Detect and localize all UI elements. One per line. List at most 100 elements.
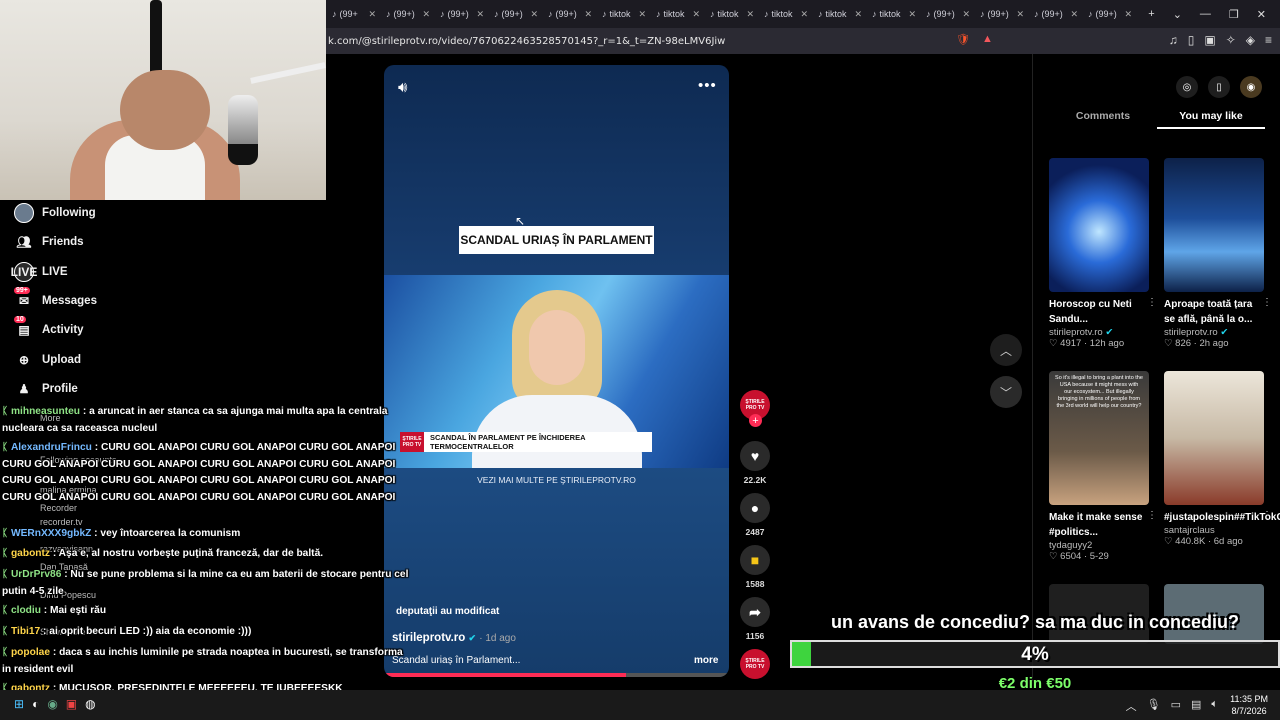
speaker-icon[interactable]: 🔈︎ (1211, 698, 1218, 714)
close-tab-icon[interactable]: ✕ (476, 9, 484, 20)
follow-plus-icon[interactable]: + (749, 414, 762, 427)
sidebar-item-live[interactable]: LIVE LIVE (11, 261, 214, 283)
previous-video-button[interactable]: ︿ (990, 334, 1022, 366)
clock[interactable]: 11:35 PM 8/7/2026 (1230, 693, 1268, 717)
browser-tab[interactable]: ♪ (99+) ✕ (1028, 3, 1082, 25)
more-options-icon[interactable]: ••• (698, 77, 717, 94)
browser-tab[interactable]: ♪ (99+) ✕ (542, 3, 596, 25)
card-author[interactable]: santajrclaus (1164, 525, 1264, 536)
chat-username[interactable]: gabontz (11, 548, 50, 559)
brave-shield-icon[interactable]: 🛡 (956, 33, 970, 46)
browser-tab[interactable]: ♪ (99+) ✕ (1082, 3, 1136, 25)
browser-tab[interactable]: ♪ tiktok ✕ (812, 3, 866, 25)
close-tab-icon[interactable]: ✕ (908, 9, 916, 20)
video-progress-bar[interactable] (384, 673, 729, 677)
volume-icon[interactable]: 🔊︎ (398, 79, 407, 96)
tab-comments[interactable]: Comments (1049, 107, 1157, 129)
new-tab-icon[interactable]: + (1148, 8, 1154, 20)
next-video-button[interactable]: ﹀ (990, 376, 1022, 408)
save-button[interactable]: ■ 1588 (739, 545, 771, 589)
close-tab-icon[interactable]: ✕ (1124, 9, 1132, 20)
browser-tab[interactable]: ♪ (99+ ✕ (326, 3, 380, 25)
chat-username[interactable]: clodiu (11, 605, 41, 616)
tab-you-may-like[interactable]: You may like (1157, 107, 1265, 129)
device-icon[interactable]: ▯ (1208, 76, 1230, 98)
chat-username[interactable]: Tibi17 (11, 626, 40, 637)
close-tab-icon[interactable]: ✕ (746, 9, 754, 20)
leo-icon[interactable]: ✧ (1226, 33, 1236, 47)
start-icon[interactable]: ⊞ (14, 697, 24, 711)
url-text[interactable]: k.com/@stirileprotv.ro/video/76706224635… (326, 36, 725, 47)
share-button[interactable]: ➦ 1156 (739, 597, 771, 641)
card-more-icon[interactable]: ⋮ (1262, 297, 1272, 308)
sidebar-item-friends[interactable]: 👥︎ Friends (14, 231, 214, 253)
user-avatar[interactable]: ◉ (1240, 76, 1262, 98)
browser-tab[interactable]: ♪ (99+) ✕ (920, 3, 974, 25)
close-tab-icon[interactable]: ✕ (530, 9, 538, 20)
wallet-icon[interactable]: ▣ (1204, 33, 1215, 47)
recommended-video-card[interactable]: So it's illegal to bring a plant into th… (1049, 371, 1157, 562)
card-title[interactable]: Make it make sense #politics... (1049, 510, 1149, 540)
sidebar-item-following[interactable]: Following (14, 202, 214, 224)
browser-tab[interactable]: ♪ (99+) ✕ (488, 3, 542, 25)
video-thumbnail[interactable]: So it's illegal to bring a plant into th… (1049, 371, 1149, 505)
close-icon[interactable]: ✕ (1257, 8, 1266, 21)
chat-username[interactable]: mihneasunteu (11, 406, 80, 417)
video-player[interactable]: 🔊︎ ••• SCANDAL URIAȘ ÎN PARLAMENT ŞTIRIL… (384, 65, 729, 677)
more-link[interactable]: more (694, 655, 718, 666)
video-thumbnail[interactable] (1164, 371, 1264, 505)
taskbar-app-icon[interactable]: ◍ (85, 697, 95, 711)
chat-username[interactable]: UrDrPrv86 (11, 569, 61, 580)
close-tab-icon[interactable]: ✕ (1070, 9, 1078, 20)
close-tab-icon[interactable]: ✕ (368, 9, 376, 20)
sidebar-item-profile[interactable]: ♟ Profile (14, 378, 214, 400)
chat-username[interactable]: WERnXXX9gbkZ (11, 528, 91, 539)
close-tab-icon[interactable]: ✕ (422, 9, 430, 20)
recommended-video-card[interactable]: #justapolespin##TikTokCampaign...⋮ santaj… (1164, 371, 1280, 547)
close-tab-icon[interactable]: ✕ (854, 9, 862, 20)
close-tab-icon[interactable]: ✕ (1016, 9, 1024, 20)
card-title[interactable]: Aproape toată țara se află, până la o... (1164, 297, 1264, 327)
sidebar-icon[interactable]: ▯ (1188, 33, 1195, 47)
browser-tab[interactable]: ♪ tiktok ✕ (866, 3, 920, 25)
network-icon[interactable]: ▤ (1191, 698, 1201, 714)
close-tab-icon[interactable]: ✕ (692, 9, 700, 20)
monitor-icon[interactable]: ▭ (1171, 698, 1181, 714)
card-more-icon[interactable]: ⋮ (1262, 510, 1272, 521)
recommended-video-card[interactable]: Aproape toată țara se află, până la o...… (1164, 158, 1272, 349)
comment-button[interactable]: ● 2487 (739, 493, 771, 537)
browser-tab[interactable]: ♪ tiktok ✕ (704, 3, 758, 25)
music-disc[interactable]: ŞTIRILE PRO TV (740, 649, 770, 679)
close-tab-icon[interactable]: ✕ (800, 9, 808, 20)
sidebar-item-upload[interactable]: ⊕ Upload (14, 349, 214, 371)
taskbar-app-icon[interactable]: ▣ (66, 697, 77, 711)
restore-icon[interactable]: ❐ (1229, 8, 1239, 21)
chat-username[interactable]: popolae (11, 647, 50, 658)
music-icon[interactable]: ♫ (1169, 33, 1178, 47)
taskbar-app-icon[interactable]: ◉ (47, 697, 57, 711)
close-tab-icon[interactable]: ✕ (962, 9, 970, 20)
chevron-down-icon[interactable]: ⌄ (1173, 8, 1182, 21)
browser-tab[interactable]: ♪ tiktok ✕ (596, 3, 650, 25)
sidebar-item-messages[interactable]: ✉ 99+ Messages (14, 286, 214, 312)
like-button[interactable]: ♥ 22.2K (739, 441, 771, 485)
chat-username[interactable]: AlexandruFrincu (11, 442, 92, 453)
address-bar[interactable]: k.com/@stirileprotv.ro/video/76706224635… (326, 28, 1280, 54)
compass-icon[interactable]: ◎ (1176, 76, 1198, 98)
browser-tab[interactable]: ♪ (99+) ✕ (974, 3, 1028, 25)
taskbar-app-icon[interactable]: ◐ (32, 697, 39, 711)
browser-tab[interactable]: ♪ tiktok ✕ (758, 3, 812, 25)
browser-tab[interactable]: ♪ (99+) ✕ (434, 3, 488, 25)
menu-icon[interactable]: ≡ (1265, 33, 1272, 47)
recommended-video-card[interactable]: Horoscop cu Neti Sandu... ⋮ stirileprotv.r… (1049, 158, 1157, 349)
card-title[interactable]: #justapolespin##TikTokCampaign... (1164, 510, 1280, 525)
card-author[interactable]: stirileprotv.ro ✔ (1049, 327, 1149, 338)
rewards-icon[interactable]: ▲ (982, 33, 993, 46)
card-more-icon[interactable]: ⋮ (1147, 297, 1157, 308)
close-tab-icon[interactable]: ✕ (638, 9, 646, 20)
sidebar-item-activity[interactable]: ▤ 10 Activity (14, 316, 214, 341)
mic-icon[interactable]: 🎙︎ (1147, 698, 1161, 714)
browser-tab[interactable]: ♪ (99+) ✕ (380, 3, 434, 25)
vpn-icon[interactable]: ◈ (1246, 33, 1255, 47)
card-title[interactable]: Horoscop cu Neti Sandu... (1049, 297, 1149, 327)
